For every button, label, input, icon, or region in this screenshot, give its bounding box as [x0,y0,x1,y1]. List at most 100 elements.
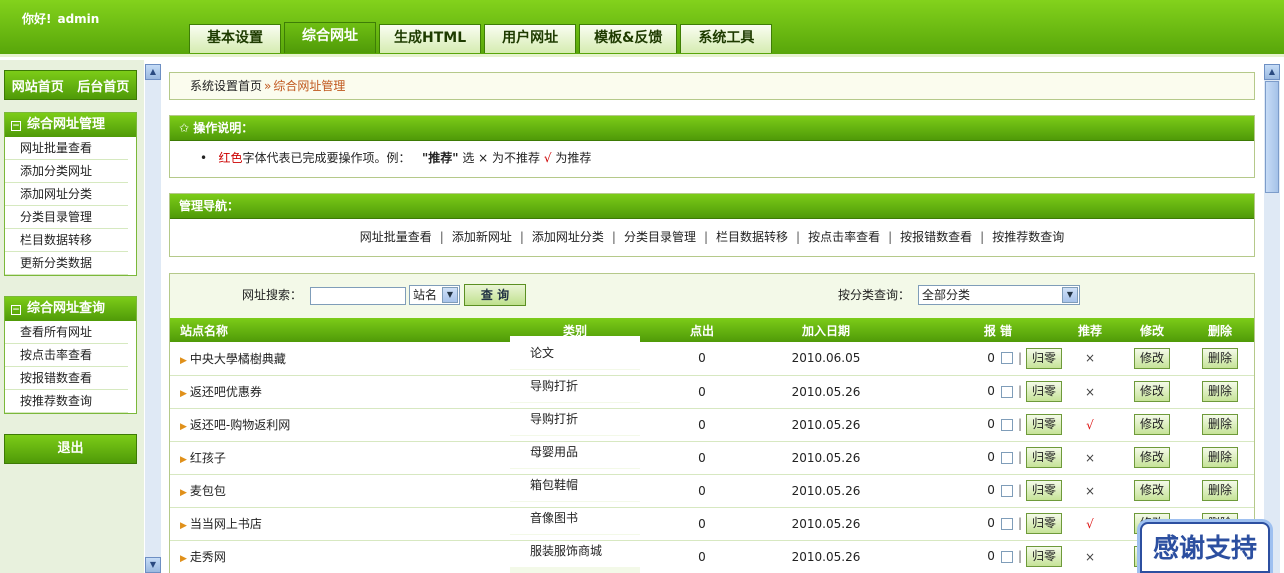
delete-button[interactable]: 删除 [1201,381,1238,402]
reset-button[interactable]: 归零 [1025,347,1062,369]
site-name-link[interactable]: 中央大學橘樹典藏 [190,352,286,366]
site-name-link[interactable]: 当当网上书店 [190,517,262,531]
reset-button[interactable]: 归零 [1025,381,1062,402]
scroll-up-icon[interactable]: ▲ [145,64,161,80]
site-name-link[interactable]: 返还吧-购物返利网 [190,418,290,432]
recommend-cell[interactable]: × [1062,540,1118,573]
logout-button[interactable]: 退出 [4,434,137,464]
delete-button[interactable]: 删除 [1201,414,1238,435]
date-cell: 2010.05.26 [791,384,861,399]
management-nav-link[interactable]: 添加新网址 [452,230,512,244]
chevron-down-icon[interactable]: ▼ [442,287,458,303]
delete-button[interactable]: 删除 [1201,480,1238,501]
link-separator: | [888,230,893,244]
reset-button[interactable]: 归零 [1025,513,1062,534]
recommend-cell[interactable]: √ [1062,408,1118,441]
reset-button[interactable]: 归零 [1025,414,1062,435]
thanks-badge[interactable]: 感谢支持 [1140,522,1270,573]
sidebar-group-query-items: 查看所有网址 按点击率查看 按报错数查看 按推荐数查询 [5,321,136,413]
edit-button[interactable]: 修改 [1133,347,1170,369]
management-nav-link[interactable]: 栏目数据转移 [716,230,788,244]
errors-count: 0 [987,384,995,398]
search-button[interactable]: 查 询 [464,284,526,306]
scroll-up-icon[interactable]: ▲ [1264,64,1280,80]
site-name-link[interactable]: 返还吧优惠券 [190,385,262,399]
sidebar-item[interactable]: 更新分类数据 [5,252,128,275]
sidebar-group-query-header[interactable]: − 综合网址查询 [5,297,136,321]
sidebar-item[interactable]: 按报错数查看 [5,367,128,390]
main-scrollbar[interactable]: ▲ [1264,64,1280,573]
search-field-select[interactable]: 站名 ▼ [409,285,460,305]
recommend-cell[interactable]: × [1062,474,1118,507]
errors-checkbox[interactable] [1000,517,1013,530]
sidebar-scrollbar[interactable]: ▲ ▼ [145,64,161,573]
sidebar-item[interactable]: 按推荐数查询 [5,390,128,413]
site-name-link[interactable]: 红孩子 [190,451,226,465]
scroll-thumb[interactable] [1265,81,1279,193]
table-body: ▶ 中央大學橘樹典藏 论文 0 2010.06.05 0 | 归零 × 修改 删除 ▶ 返还吧优惠券 导购… [170,342,1254,573]
reset-button[interactable]: 归零 [1025,480,1062,501]
sidebar-item[interactable]: 添加网址分类 [5,183,128,206]
management-nav-link[interactable]: 按推荐数查询 [992,230,1064,244]
sidebar-item[interactable]: 添加分类网址 [5,160,128,183]
recommend-cell[interactable]: × [1062,375,1118,408]
clicks-cell: 0 [698,384,706,399]
management-nav-link[interactable]: 网址批量查看 [360,230,432,244]
errors-checkbox[interactable] [1000,484,1013,497]
recommend-cell[interactable]: √ [1062,507,1118,540]
nav-tab[interactable]: 综合网址 [284,22,376,53]
management-nav-link[interactable]: 按点击率查看 [808,230,880,244]
management-nav-link[interactable]: 分类目录管理 [624,230,696,244]
edit-button[interactable]: 修改 [1133,381,1170,402]
date-cell: 2010.06.05 [791,351,861,366]
left-sidebar: 网站首页 后台首页 − 综合网址管理 网址批量查看 添加分类网址 添加网址分类 分类目录… [0,60,144,573]
site-name-link[interactable]: 麦包包 [190,484,226,498]
breadcrumb-root[interactable]: 系统设置首页 [190,79,262,93]
site-name-cell: ▶ 中央大學橘樹典藏 [170,342,510,375]
collapse-icon[interactable]: − [11,305,21,315]
arrow-right-icon: ▶ [180,455,187,465]
nav-tab[interactable]: 基本设置 [189,24,281,53]
recommend-cell[interactable]: × [1062,441,1118,474]
edit-button[interactable]: 修改 [1133,414,1170,435]
management-nav-link[interactable]: 按报错数查看 [900,230,972,244]
recommend-cell[interactable]: × [1062,342,1118,375]
sidebar-group-manage-items: 网址批量查看 添加分类网址 添加网址分类 分类目录管理 栏目数据转移 更新分类数据 [5,137,136,275]
errors-checkbox[interactable] [1000,385,1013,398]
management-nav-title: 管理导航： [170,194,1254,219]
nav-tab[interactable]: 系统工具 [680,24,773,53]
search-input[interactable] [310,287,406,305]
sidebar-item[interactable]: 网址批量查看 [5,137,128,160]
reset-button[interactable]: 归零 [1025,546,1062,567]
delete-button[interactable]: 删除 [1201,347,1238,369]
greeting: 你好! admin [22,10,99,27]
sidebar-item[interactable]: 栏目数据转移 [5,229,128,252]
management-nav-link[interactable]: 添加网址分类 [532,230,604,244]
reset-button[interactable]: 归零 [1025,447,1062,468]
sidebar-item[interactable]: 分类目录管理 [5,206,128,229]
collapse-icon[interactable]: − [11,121,21,131]
table-row: ▶ 麦包包 箱包鞋帽 0 2010.05.26 0 | 归零 × 修改 删除 [170,474,1254,507]
sidebar-group-manage-header[interactable]: − 综合网址管理 [5,113,136,137]
edit-button[interactable]: 修改 [1133,447,1170,468]
chevron-down-icon[interactable]: ▼ [1062,287,1078,303]
site-name-cell: ▶ 返还吧优惠券 [170,375,510,408]
site-name-cell: ▶ 麦包包 [170,474,510,507]
nav-tab[interactable]: 模板&反馈 [579,24,678,53]
errors-checkbox[interactable] [1000,451,1013,464]
nav-tab[interactable]: 用户网址 [484,24,577,53]
category-select[interactable]: 全部分类 ▼ [918,285,1080,305]
admin-home-link[interactable]: 后台首页 [77,76,129,95]
site-name-link[interactable]: 走秀网 [190,550,226,564]
site-home-link[interactable]: 网站首页 [12,76,64,95]
errors-checkbox[interactable] [1000,418,1013,431]
nav-tab[interactable]: 生成HTML [379,24,482,53]
management-nav-panel: 管理导航： 网址批量查看 | 添加新网址 | 添加网址分类 | 分类目录管理 | 栏目数据转移 |… [169,193,1255,257]
sidebar-item[interactable]: 按点击率查看 [5,344,128,367]
sidebar-item[interactable]: 查看所有网址 [5,321,128,344]
edit-button[interactable]: 修改 [1133,480,1170,501]
errors-checkbox[interactable] [1000,352,1013,365]
errors-checkbox[interactable] [1000,550,1013,563]
delete-button[interactable]: 删除 [1201,447,1238,468]
scroll-down-icon[interactable]: ▼ [145,557,161,573]
